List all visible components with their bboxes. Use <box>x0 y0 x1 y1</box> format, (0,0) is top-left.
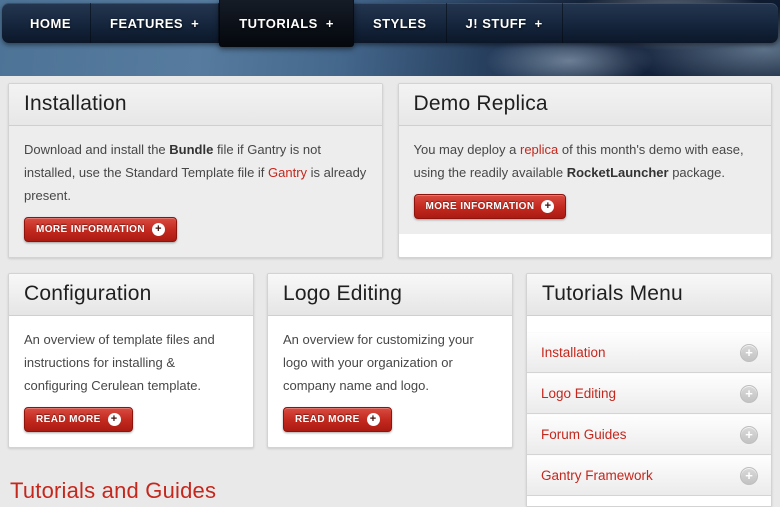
header-background-image: HOME FEATURES + TUTORIALS + STYLES J! ST… <box>0 0 780 76</box>
nav-item-home[interactable]: HOME <box>10 3 91 43</box>
nav-item-label: STYLES <box>373 16 427 31</box>
plus-circle-icon: + <box>152 223 165 236</box>
panel-body: An overview for customizing your logo wi… <box>268 316 512 447</box>
nav-item-label: HOME <box>30 16 71 31</box>
more-information-button[interactable]: MORE INFORMATION + <box>24 217 177 242</box>
panel-body: You may deploy a replica of this month's… <box>399 126 772 234</box>
menu-item-installation[interactable]: Installation + <box>527 332 771 373</box>
panel-text: You may deploy a replica of this month's… <box>414 138 757 184</box>
panel-title: Configuration <box>24 282 238 306</box>
menu-item-logo-editing[interactable]: Logo Editing + <box>527 373 771 414</box>
plus-circle-icon: + <box>740 467 758 485</box>
panel-body: Download and install the Bundle file if … <box>9 126 382 257</box>
tutorials-menu-list: Installation + Logo Editing + Forum Guid… <box>527 316 771 506</box>
tutorials-menu-panel: Tutorials Menu Installation + Logo Editi… <box>526 273 772 507</box>
more-information-button[interactable]: MORE INFORMATION + <box>414 194 567 219</box>
panel-title: Installation <box>24 92 367 116</box>
logo-editing-panel: Logo Editing An overview for customizing… <box>267 273 513 448</box>
dropdown-plus-icon: + <box>535 16 543 31</box>
nav-item-ji-stuff[interactable]: J! STUFF + <box>447 3 563 43</box>
panel-body: An overview of template files and instru… <box>9 316 253 447</box>
plus-circle-icon: + <box>740 426 758 444</box>
nav-item-label: TUTORIALS <box>239 16 318 31</box>
replica-link[interactable]: replica <box>520 142 558 157</box>
panel-header: Configuration <box>9 274 253 316</box>
panel-header: Installation <box>9 84 382 126</box>
read-more-button[interactable]: READ MORE + <box>24 407 133 432</box>
nav-item-label: J! STUFF <box>466 16 527 31</box>
nav-item-label: FEATURES <box>110 16 183 31</box>
page-content: Installation Download and install the Bu… <box>0 76 780 507</box>
section-heading: Tutorials and Guides <box>10 478 513 504</box>
nav-item-styles[interactable]: STYLES <box>354 3 447 43</box>
panel-title: Tutorials Menu <box>542 282 756 306</box>
panel-title: Logo Editing <box>283 282 497 306</box>
panel-header: Demo Replica <box>399 84 772 126</box>
installation-panel: Installation Download and install the Bu… <box>8 83 383 258</box>
panel-text: An overview of template files and instru… <box>24 328 238 397</box>
panel-title: Demo Replica <box>414 92 757 116</box>
nav-item-features[interactable]: FEATURES + <box>91 3 219 43</box>
panel-header: Tutorials Menu <box>527 274 771 316</box>
menu-item-label: Forum Guides <box>541 427 627 442</box>
menu-item-label: Installation <box>541 345 606 360</box>
read-more-button[interactable]: READ MORE + <box>283 407 392 432</box>
panel-text: An overview for customizing your logo wi… <box>283 328 497 397</box>
menu-item-label: Logo Editing <box>541 386 616 401</box>
menu-item-label: Gantry Framework <box>541 468 653 483</box>
nav-item-tutorials[interactable]: TUTORIALS + <box>219 0 354 47</box>
plus-circle-icon: + <box>108 413 121 426</box>
dropdown-plus-icon: + <box>191 16 199 31</box>
menu-item-gantry-framework[interactable]: Gantry Framework + <box>527 455 771 496</box>
configuration-panel: Configuration An overview of template fi… <box>8 273 254 448</box>
demo-replica-panel: Demo Replica You may deploy a replica of… <box>398 83 773 258</box>
plus-circle-icon: + <box>740 344 758 362</box>
gantry-link[interactable]: Gantry <box>268 165 307 180</box>
dropdown-plus-icon: + <box>326 16 334 31</box>
plus-circle-icon: + <box>541 200 554 213</box>
plus-circle-icon: + <box>740 385 758 403</box>
main-navbar: HOME FEATURES + TUTORIALS + STYLES J! ST… <box>2 3 778 43</box>
panel-text: Download and install the Bundle file if … <box>24 138 367 207</box>
menu-item-forum-guides[interactable]: Forum Guides + <box>527 414 771 455</box>
panel-header: Logo Editing <box>268 274 512 316</box>
plus-circle-icon: + <box>367 413 380 426</box>
